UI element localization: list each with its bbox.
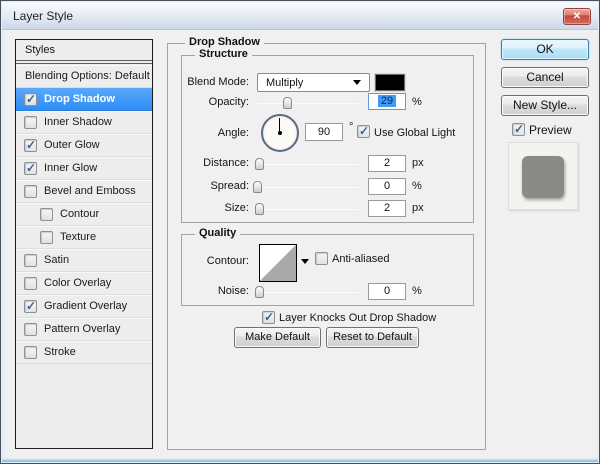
spread-value: 0 [384, 180, 390, 192]
size-label: Size: [81, 202, 249, 214]
structure-group-title: Structure [195, 48, 252, 60]
contour-checkbox[interactable] [40, 208, 53, 221]
frame-accent [2, 459, 598, 462]
sidebar-item-label: Gradient Overlay [44, 300, 127, 312]
size-value: 2 [384, 202, 390, 214]
title-bar[interactable]: Layer Style ✕ [2, 2, 598, 30]
distance-slider[interactable] [257, 158, 359, 170]
preview-label: Preview [529, 123, 572, 137]
drop-shadow-checkbox[interactable] [24, 93, 37, 106]
sidebar-item-label: Satin [44, 254, 69, 266]
angle-unit: ° [349, 121, 353, 133]
blend-mode-select[interactable]: Multiply [257, 73, 370, 92]
pattern-overlay-checkbox[interactable] [24, 323, 37, 336]
satin-checkbox[interactable] [24, 254, 37, 267]
make-default-button[interactable]: Make Default [234, 327, 321, 348]
outer-glow-checkbox[interactable] [24, 139, 37, 152]
distance-label: Distance: [81, 157, 249, 169]
inner-shadow-checkbox[interactable] [24, 116, 37, 129]
opacity-input[interactable]: 29 [368, 93, 406, 110]
sidebar-item-label: Texture [60, 231, 96, 243]
distance-input[interactable]: 2 [368, 155, 406, 172]
bevel-emboss-checkbox[interactable] [24, 185, 37, 198]
layer-style-dialog: Layer Style ✕ Styles Blending Options: D… [0, 0, 600, 464]
cancel-button[interactable]: Cancel [501, 67, 589, 88]
noise-slider[interactable] [257, 286, 359, 298]
size-slider-track [257, 209, 359, 210]
opacity-value: 29 [378, 95, 396, 107]
texture-checkbox[interactable] [40, 231, 53, 244]
opacity-label: Opacity: [81, 96, 249, 108]
shadow-color-swatch[interactable] [375, 74, 405, 91]
noise-slider-track [257, 292, 359, 293]
anti-aliased-checkbox[interactable] [315, 252, 328, 265]
angle-dial[interactable] [261, 114, 299, 152]
opacity-slider-track [257, 103, 359, 104]
size-unit: px [412, 202, 424, 214]
sidebar-item-label: Outer Glow [44, 139, 100, 151]
quality-group-title: Quality [195, 227, 240, 239]
styles-list-header[interactable]: Styles [16, 40, 152, 61]
drop-shadow-group-title: Drop Shadow [185, 36, 264, 48]
noise-input[interactable]: 0 [368, 283, 406, 300]
spread-input[interactable]: 0 [368, 178, 406, 195]
ok-button[interactable]: OK [501, 39, 589, 60]
spread-label: Spread: [81, 180, 249, 192]
color-overlay-checkbox[interactable] [24, 277, 37, 290]
anti-aliased-label: Anti-aliased [332, 253, 389, 265]
opacity-slider-thumb[interactable] [283, 97, 292, 109]
layer-knocks-out-checkbox[interactable] [262, 311, 275, 324]
angle-value: 90 [318, 126, 330, 138]
blend-mode-label: Blend Mode: [81, 76, 249, 88]
preview-checkbox[interactable] [512, 123, 525, 136]
close-button[interactable]: ✕ [563, 8, 591, 25]
new-style-button[interactable]: New Style... [501, 95, 589, 116]
styles-list-rows: Blending Options: Default Drop Shadow In… [16, 65, 152, 364]
spread-slider-track [257, 187, 359, 188]
dialog-body: Styles Blending Options: Default Drop Sh… [5, 30, 597, 457]
angle-input[interactable]: 90 [305, 123, 343, 141]
chevron-down-icon[interactable] [301, 259, 309, 264]
sidebar-item-texture[interactable]: Texture [16, 226, 152, 249]
angle-label: Angle: [81, 127, 249, 139]
sidebar-item-gradient-overlay[interactable]: Gradient Overlay [16, 295, 152, 318]
chevron-down-icon [353, 80, 361, 85]
noise-unit: % [412, 285, 422, 297]
gradient-overlay-checkbox[interactable] [24, 300, 37, 313]
sidebar-item-stroke[interactable]: Stroke [16, 341, 152, 364]
distance-value: 2 [384, 157, 390, 169]
distance-slider-thumb[interactable] [255, 158, 264, 170]
stroke-checkbox[interactable] [24, 346, 37, 359]
inner-glow-checkbox[interactable] [24, 162, 37, 175]
sidebar-item-label: Stroke [44, 346, 76, 358]
distance-unit: px [412, 157, 424, 169]
preview-layer-thumbnail [522, 156, 564, 198]
noise-label: Noise: [81, 285, 249, 297]
window-title: Layer Style [13, 9, 73, 23]
opacity-slider[interactable] [257, 97, 359, 109]
sidebar-item-pattern-overlay[interactable]: Pattern Overlay [16, 318, 152, 341]
opacity-unit: % [412, 96, 422, 108]
size-slider-thumb[interactable] [255, 203, 264, 215]
angle-dial-center [278, 131, 282, 135]
styles-list-separator [16, 62, 152, 64]
contour-label: Contour: [81, 255, 249, 267]
preview-panel [508, 142, 578, 210]
sidebar-item-label: Pattern Overlay [44, 323, 120, 335]
layer-knocks-out-label: Layer Knocks Out Drop Shadow [279, 312, 436, 324]
noise-value: 0 [384, 285, 390, 297]
distance-slider-track [257, 164, 359, 165]
use-global-light-label: Use Global Light [374, 127, 455, 139]
size-slider[interactable] [257, 203, 359, 215]
contour-picker[interactable] [259, 244, 297, 282]
close-icon: ✕ [573, 11, 581, 22]
spread-slider-thumb[interactable] [253, 181, 262, 193]
spread-unit: % [412, 180, 422, 192]
size-input[interactable]: 2 [368, 200, 406, 217]
use-global-light-checkbox[interactable] [357, 125, 370, 138]
noise-slider-thumb[interactable] [255, 286, 264, 298]
reset-to-default-button[interactable]: Reset to Default [326, 327, 419, 348]
spread-slider[interactable] [257, 181, 359, 193]
blend-mode-value: Multiply [266, 77, 303, 89]
